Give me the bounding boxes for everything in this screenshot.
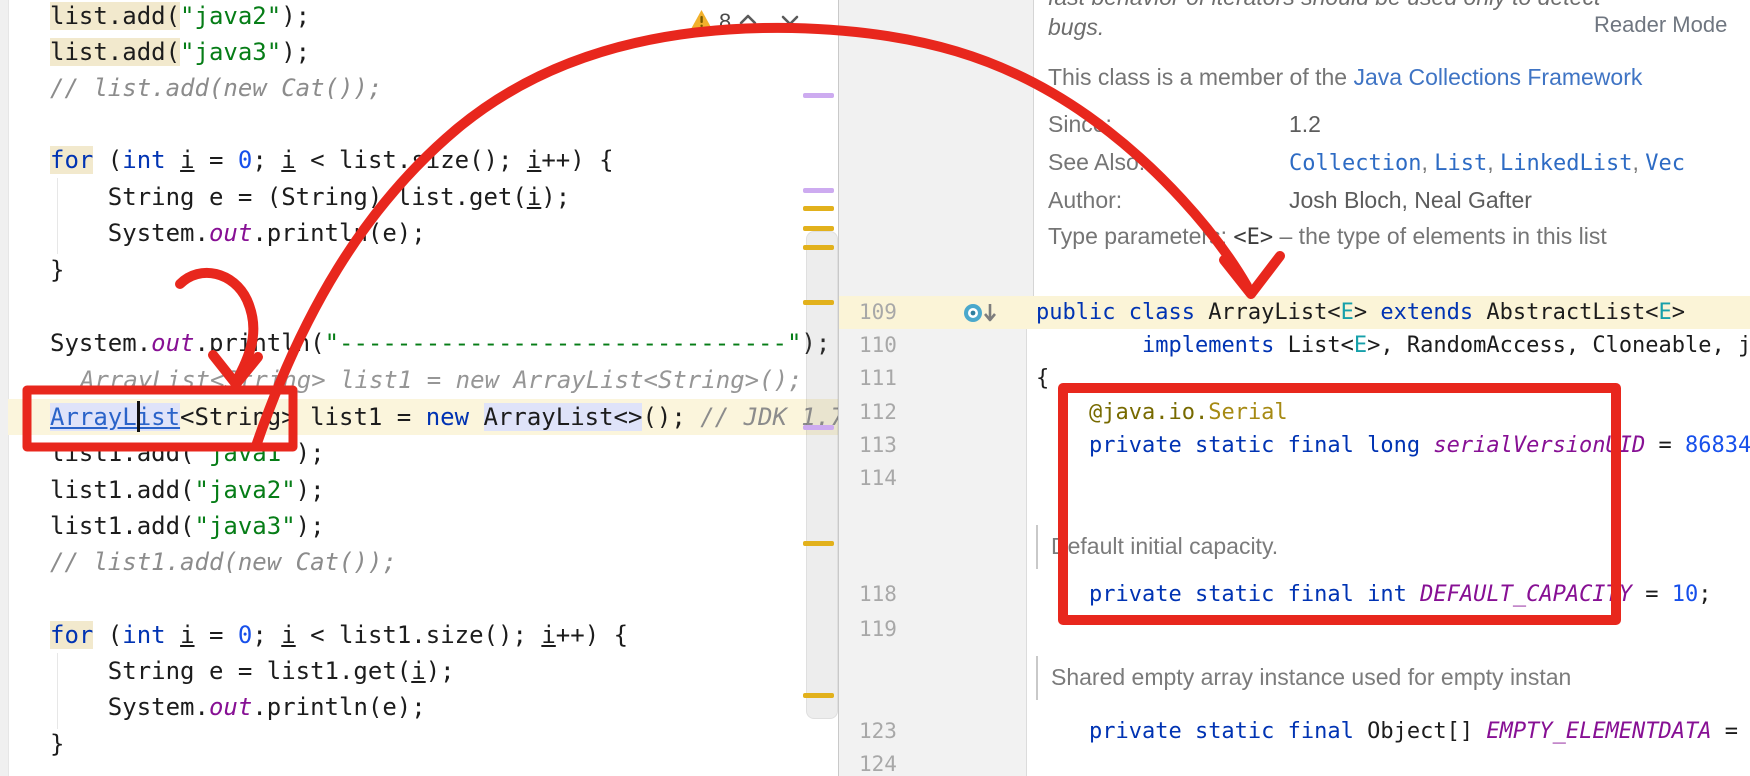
line-number: 118	[859, 582, 897, 606]
doc-comment-text: Default initial capacity.	[1051, 533, 1279, 559]
code-line: System.out.println(e);	[50, 693, 426, 721]
code-line: {	[1036, 366, 1050, 391]
type-param-code: <E>	[1233, 225, 1274, 250]
code-line: String e = (String) list.get(i);	[50, 183, 571, 211]
javadoc-bugs-line: bugs.	[1048, 14, 1105, 40]
see-also-link[interactable]: LinkedList	[1500, 151, 1632, 176]
code-line: // list1.add(new Cat());	[50, 548, 397, 576]
inspections-widget[interactable]: 8	[690, 8, 801, 36]
line-number: 123	[859, 719, 897, 743]
code-line: list1.add("java2");	[50, 476, 325, 504]
ide-split-view: list.add("java2"); list.add("java3"); // l…	[0, 0, 1750, 776]
warning-count: 8	[719, 9, 732, 34]
left-gutter-strip	[0, 0, 9, 776]
text-caret	[137, 401, 140, 432]
doc-comment-bar	[1036, 656, 1038, 700]
warning-icon	[690, 9, 713, 35]
doc-left-margin	[839, 0, 1034, 296]
javadoc-clipped-line: fast behavior of iterators should be use…	[1048, 0, 1600, 11]
stripe-mark[interactable]	[803, 425, 834, 430]
code-line: ArrayList<String> list1 = new ArrayList<…	[80, 366, 803, 394]
javadoc-author-row: Author: Josh Bloch, Neal Gafter	[1048, 187, 1532, 213]
see-also-link[interactable]: Collection	[1289, 151, 1421, 176]
line-number: 119	[859, 617, 897, 641]
prev-warning-chevron-up-icon[interactable]	[737, 12, 759, 33]
code-line: list1.add("java1");	[50, 439, 325, 467]
stripe-mark[interactable]	[803, 693, 834, 698]
stripe-mark[interactable]	[803, 93, 834, 98]
next-warning-chevron-down-icon[interactable]	[779, 12, 801, 33]
stripe-mark[interactable]	[803, 226, 834, 231]
code-line: for (int i = 0; i < list1.size(); i++) {	[50, 621, 629, 649]
javadoc-since-row: Since: 1.2	[1048, 111, 1321, 137]
line-number: 114	[859, 466, 897, 490]
code-line: ArrayList<String> list1 = new ArrayList<…	[50, 403, 838, 431]
arraylist-source-editor[interactable]: fast behavior of iterators should be use…	[838, 0, 1750, 776]
left-code-editor[interactable]: list.add("java2"); list.add("java3"); // l…	[0, 0, 838, 776]
stripe-mark[interactable]	[803, 541, 834, 546]
doc-comment-bar	[1036, 525, 1038, 569]
reader-mode-label[interactable]: Reader Mode	[1594, 12, 1727, 38]
code-line: private static final Object[] EMPTY_ELEM…	[1088, 719, 1750, 744]
overridden-marker-icon[interactable]	[963, 302, 1003, 329]
code-line: public class ArrayList<E> extends Abstra…	[1036, 300, 1686, 325]
stripe-mark[interactable]	[803, 245, 834, 250]
line-number: 112	[859, 400, 897, 424]
line-number: 109	[859, 300, 897, 324]
line-number: 110	[859, 333, 897, 357]
javadoc-type-params-row: Type parameters: <E> – the type of eleme…	[1048, 223, 1607, 250]
code-line: private static final long serialVersionU…	[1088, 433, 1750, 458]
see-also-link[interactable]: List	[1434, 151, 1487, 176]
javadoc-member-line: This class is a member of the Java Colle…	[1048, 64, 1643, 90]
java-collections-framework-link[interactable]: Java Collections Framework	[1354, 64, 1643, 90]
code-line: System.out.println(e);	[50, 219, 426, 247]
code-line: }	[50, 730, 65, 758]
code-line: @java.io.Serial	[1088, 400, 1288, 425]
see-also-link[interactable]: Vec	[1645, 151, 1685, 176]
code-line: // list.add(new Cat());	[50, 74, 383, 102]
code-line: list1.add("java3");	[50, 512, 325, 540]
doc-comment-text: Shared empty array instance used for emp…	[1051, 664, 1572, 690]
javadoc-see-also-row: See Also: Collection, List, LinkedList, V…	[1048, 149, 1685, 176]
stripe-mark[interactable]	[803, 188, 834, 193]
code-line: for (int i = 0; i < list.size(); i++) {	[50, 146, 614, 174]
line-number: 124	[859, 752, 897, 776]
code-line: }	[50, 256, 65, 284]
code-line: list.add("java2");	[50, 2, 311, 30]
code-line: list.add("java3");	[50, 38, 311, 66]
see-also-links[interactable]: Collection, List, LinkedList, Vec	[1289, 149, 1685, 176]
line-number: 111	[859, 366, 897, 390]
code-line: implements List<E>, RandomAccess, Clonea…	[1141, 333, 1750, 358]
code-line: String e = list1.get(i);	[50, 657, 455, 685]
stripe-mark[interactable]	[803, 206, 834, 211]
stripe-mark[interactable]	[803, 300, 834, 305]
code-line: System.out.println("--------------------…	[50, 329, 831, 357]
author-value: Josh Bloch, Neal Gafter	[1289, 187, 1532, 213]
line-number: 113	[859, 433, 897, 457]
code-line: private static final int DEFAULT_CAPACIT…	[1088, 582, 1712, 607]
since-value: 1.2	[1289, 111, 1321, 137]
